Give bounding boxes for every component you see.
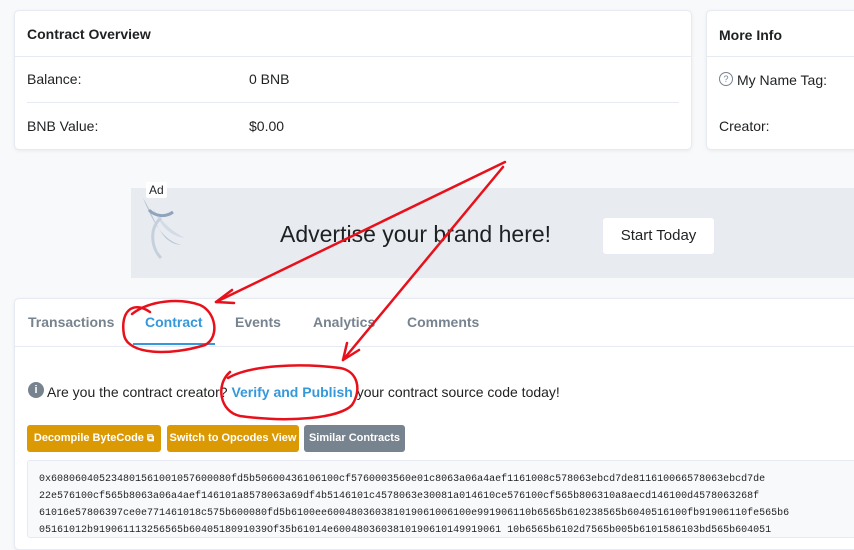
more-info-card: More Info ? My Name Tag: Creator: xyxy=(706,10,854,150)
info-circle-icon: i xyxy=(28,382,44,398)
verify-and-publish-link[interactable]: Verify and Publish xyxy=(231,384,352,400)
divider xyxy=(15,346,854,347)
contract-overview-card: Contract Overview Balance: 0 BNB BNB Val… xyxy=(14,10,692,150)
bytecode-line: 0x608060405234801561001057600080fd5b5060… xyxy=(39,474,766,485)
bytecode-box[interactable]: 0x608060405234801561001057600080fd5b5060… xyxy=(27,460,854,538)
divider xyxy=(27,102,679,103)
notice-suffix: your contract source code today! xyxy=(356,384,560,400)
contract-overview-title: Contract Overview xyxy=(27,26,151,42)
divider xyxy=(15,56,691,57)
balance-value: 0 BNB xyxy=(249,71,290,87)
question-circle-icon[interactable]: ? xyxy=(719,72,733,86)
name-tag-label: My Name Tag: xyxy=(737,72,827,88)
tab-contract[interactable]: Contract xyxy=(145,314,203,330)
creator-label: Creator: xyxy=(719,118,770,134)
ad-badge: Ad xyxy=(146,182,167,198)
verify-notice: Are you the contract creator? Verify and… xyxy=(47,384,560,400)
external-link-icon: ⧉ xyxy=(146,433,155,444)
bnb-value-label: BNB Value: xyxy=(27,118,99,134)
decompile-bytecode-button[interactable]: Decompile ByteCode ⧉ xyxy=(27,425,161,452)
similar-contracts-button[interactable]: Similar Contracts xyxy=(304,425,405,452)
bytecode-line: 22e576100cf565b8063a06a4aef146101a857806… xyxy=(39,491,760,502)
tab-comments[interactable]: Comments xyxy=(407,314,479,330)
tab-analytics[interactable]: Analytics xyxy=(313,314,375,330)
more-info-title: More Info xyxy=(719,27,782,43)
notice-prefix: Are you the contract creator? xyxy=(47,384,228,400)
tab-transactions[interactable]: Transactions xyxy=(28,314,114,330)
tab-events[interactable]: Events xyxy=(235,314,281,330)
brand-feather-icon xyxy=(143,198,185,260)
switch-opcodes-button[interactable]: Switch to Opcodes View xyxy=(167,425,299,452)
divider xyxy=(707,56,854,57)
start-today-button[interactable]: Start Today xyxy=(602,217,715,255)
balance-label: Balance: xyxy=(27,71,82,87)
bnb-value-value: $0.00 xyxy=(249,118,285,134)
decompile-label: Decompile ByteCode xyxy=(33,432,144,444)
ad-headline: Advertise your brand here! xyxy=(280,221,552,247)
active-tab-indicator xyxy=(133,343,215,345)
bytecode-line: 61016e57806397ce0e771461018c575b600080fd… xyxy=(39,508,790,519)
